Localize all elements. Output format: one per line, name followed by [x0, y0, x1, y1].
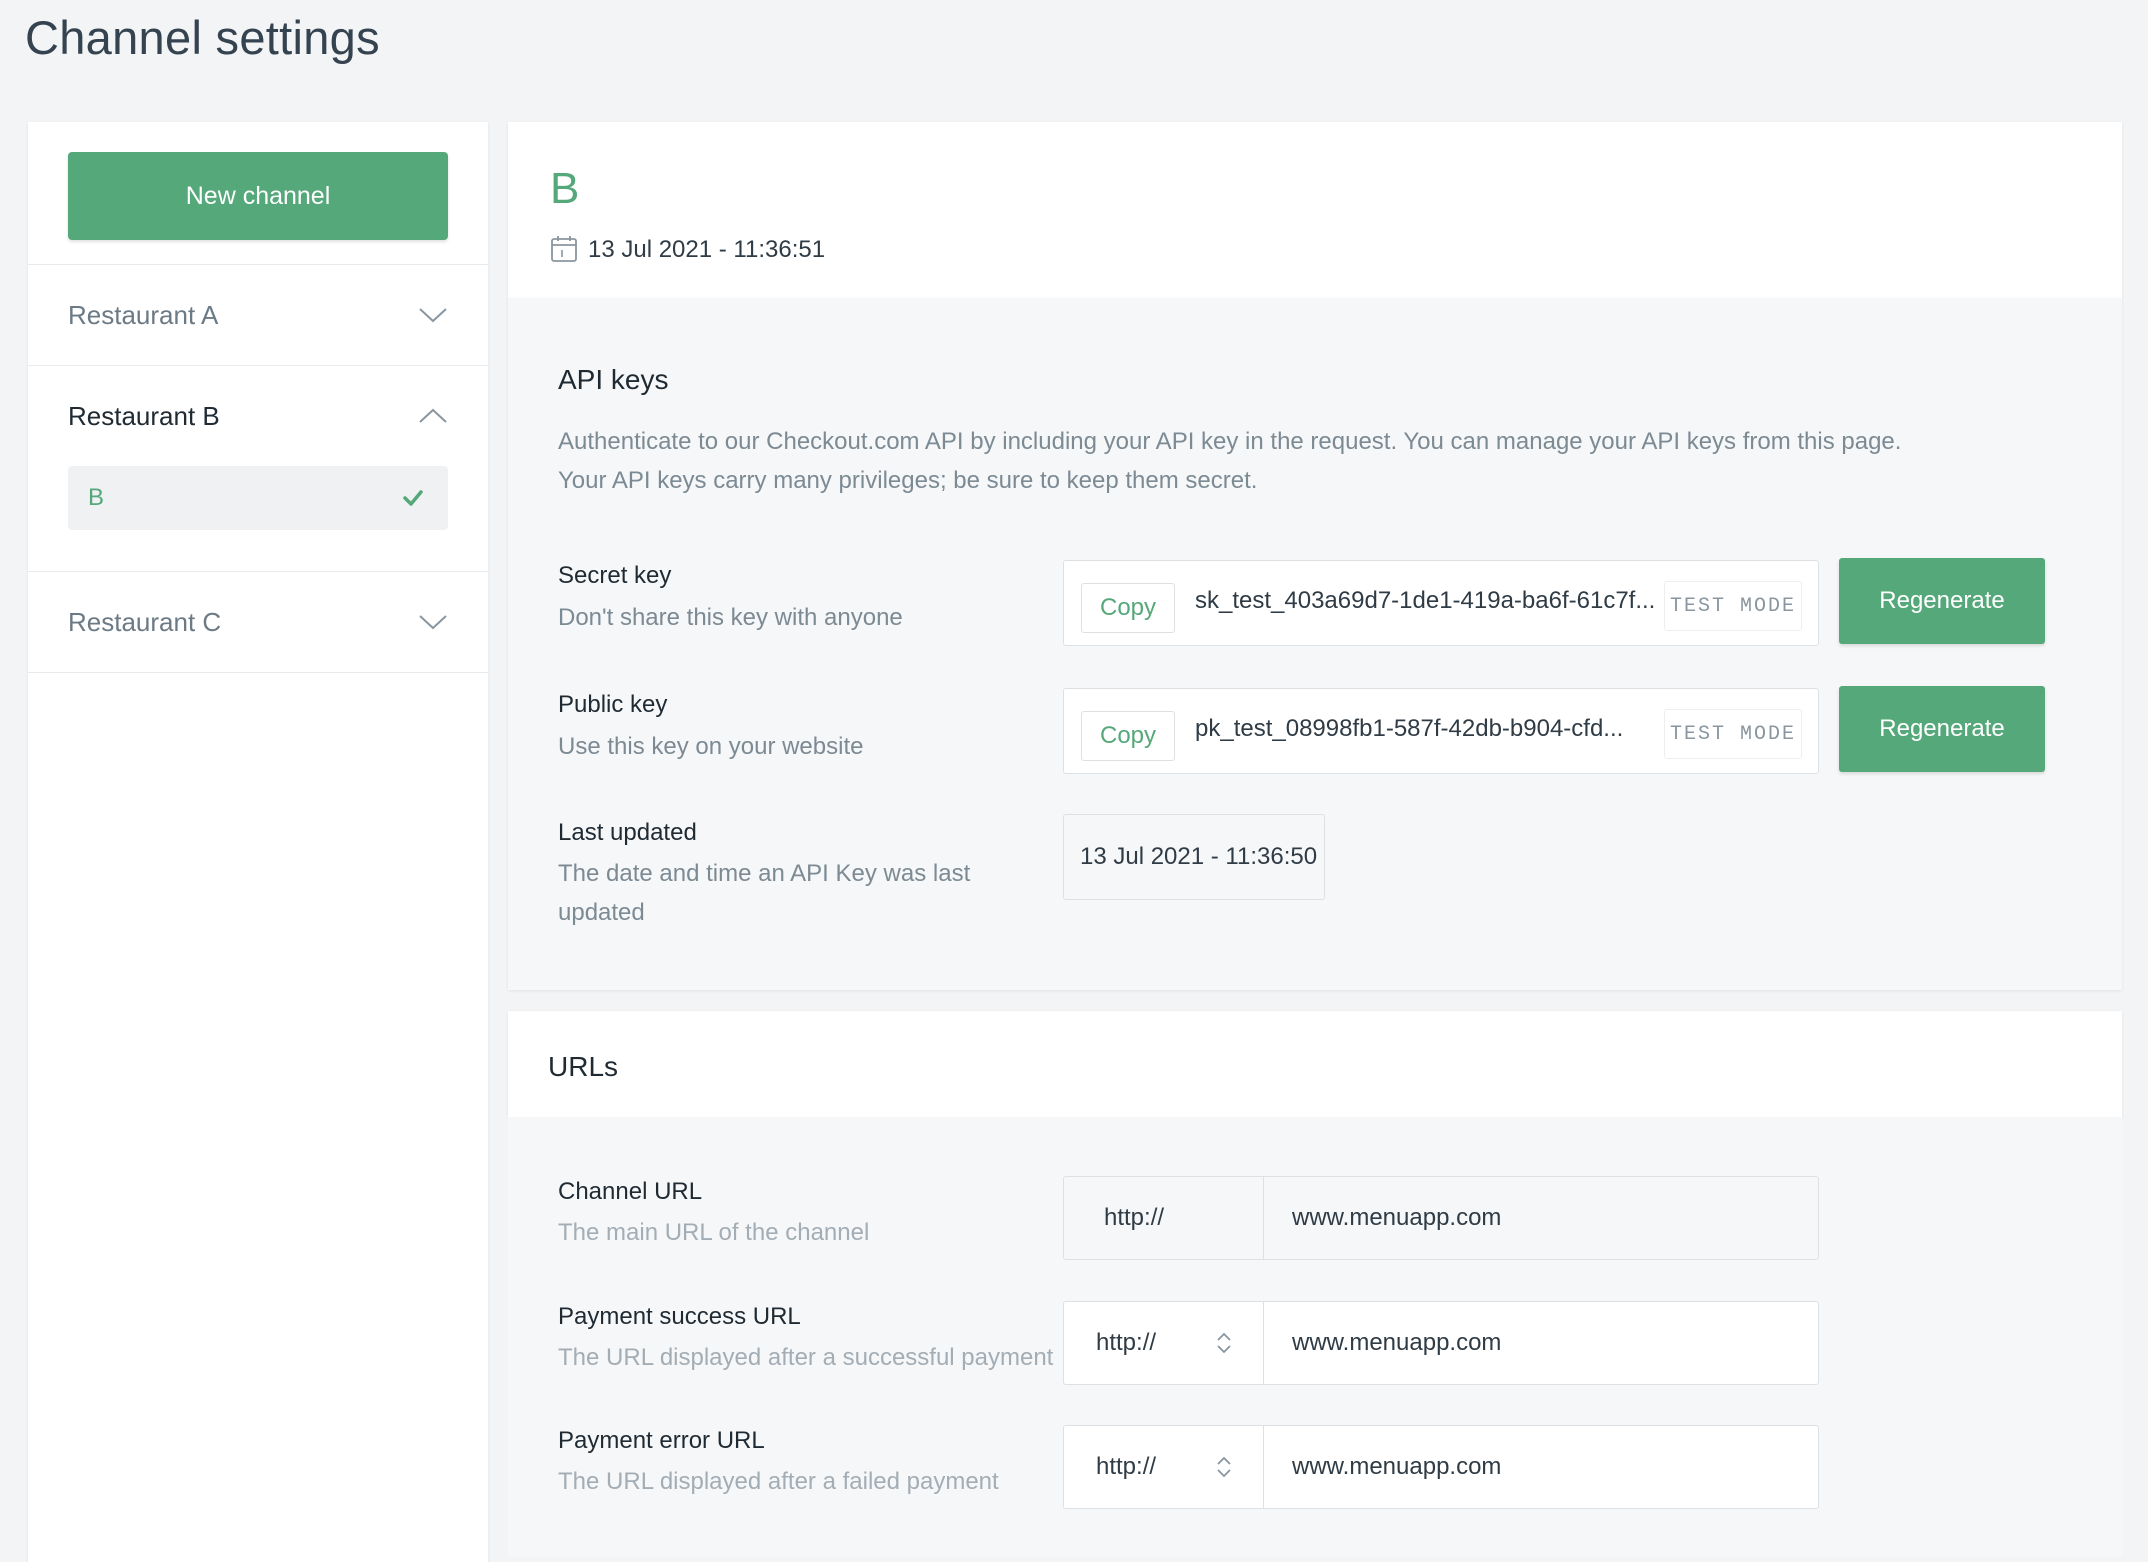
urls-header-card: URLs	[508, 1011, 2122, 1117]
channel-url-input[interactable]	[1263, 1176, 1819, 1260]
success-url-field: http://	[1063, 1301, 1819, 1385]
error-url-field: http://	[1063, 1425, 1819, 1509]
sidebar-group-header-restaurant-b[interactable]: Restaurant B	[28, 366, 488, 466]
channel-url-field: http://	[1063, 1176, 1819, 1260]
secret-key-label: Secret key	[558, 562, 672, 589]
channel-name: B	[550, 164, 580, 213]
sidebar-group-label: Restaurant B	[68, 400, 220, 431]
channel-url-protocol: http://	[1063, 1176, 1263, 1260]
sidebar-group-restaurant-a: Restaurant A	[28, 264, 488, 365]
sidebar-group-header-restaurant-c[interactable]: Restaurant C	[28, 572, 488, 672]
sidebar-channel-label: B	[88, 484, 105, 511]
success-url-help: The URL displayed after a successful pay…	[558, 1344, 1054, 1371]
api-keys-section: API keys Authenticate to our Checkout.co…	[508, 298, 2122, 990]
sidebar-group-restaurant-c: Restaurant C	[28, 571, 488, 672]
public-key-value[interactable]: pk_test_08998fb1-587f-42db-b904-cfd...	[1195, 715, 1665, 743]
api-keys-description-line: Your API keys carry many privileges; be …	[558, 467, 1258, 494]
sidebar-channel-item-b[interactable]: B	[68, 466, 448, 530]
channel-url-help: The main URL of the channel	[558, 1219, 870, 1246]
select-updown-icon	[1217, 1332, 1231, 1354]
success-url-input[interactable]	[1263, 1301, 1819, 1385]
test-mode-badge: TEST MODE	[1664, 709, 1802, 759]
checkmark-icon	[403, 490, 423, 506]
urls-title: URLs	[548, 1051, 619, 1082]
regenerate-secret-key-button[interactable]: Regenerate	[1839, 558, 2045, 644]
public-key-help: Use this key on your website	[558, 733, 864, 760]
last-updated-value: 13 Jul 2021 - 11:36:50	[1063, 814, 1325, 900]
new-channel-button[interactable]: New channel	[68, 152, 448, 240]
test-mode-badge: TEST MODE	[1664, 581, 1802, 631]
sidebar-group-label: Restaurant C	[68, 606, 222, 637]
channel-header-card: B 13 Jul 2021 - 11:36:51	[508, 122, 2122, 298]
sidebar-divider	[28, 672, 488, 673]
api-keys-description: Authenticate to our Checkout.com API by …	[558, 422, 2058, 500]
calendar-icon	[551, 236, 577, 262]
api-keys-title: API keys	[558, 364, 669, 395]
channel-created-date: 13 Jul 2021 - 11:36:51	[588, 236, 826, 263]
last-updated-label: Last updated	[558, 819, 697, 846]
select-updown-icon	[1217, 1456, 1231, 1478]
last-updated-help-line: The date and time an API Key was last	[558, 860, 971, 887]
error-url-protocol-value: http://	[1096, 1453, 1157, 1480]
sidebar-group-label: Restaurant A	[68, 299, 219, 330]
public-key-label: Public key	[558, 691, 668, 718]
chevron-down-icon	[419, 615, 447, 630]
error-url-label: Payment error URL	[558, 1427, 765, 1454]
error-url-help: The URL displayed after a failed payment	[558, 1468, 999, 1495]
secret-key-field: Copy sk_test_403a69d7-1de1-419a-ba6f-61c…	[1063, 560, 1819, 646]
sidebar-group-header-restaurant-a[interactable]: Restaurant A	[28, 265, 488, 365]
chevron-down-icon	[419, 308, 447, 323]
success-url-protocol-select[interactable]: http://	[1063, 1301, 1263, 1385]
copy-secret-key-button[interactable]: Copy	[1081, 583, 1175, 633]
urls-section: Channel URL The main URL of the channel …	[508, 1117, 2122, 1557]
secret-key-value[interactable]: sk_test_403a69d7-1de1-419a-ba6f-61c7f...	[1195, 587, 1665, 615]
error-url-protocol-select[interactable]: http://	[1063, 1425, 1263, 1509]
regenerate-public-key-button[interactable]: Regenerate	[1839, 686, 2045, 772]
page-title: Channel settings	[25, 11, 380, 64]
secret-key-help: Don't share this key with anyone	[558, 604, 903, 631]
last-updated-help: The date and time an API Key was last up…	[558, 854, 970, 932]
success-url-protocol-value: http://	[1096, 1329, 1157, 1356]
copy-public-key-button[interactable]: Copy	[1081, 711, 1175, 761]
api-keys-description-line: Authenticate to our Checkout.com API by …	[558, 428, 1902, 455]
sidebar-group-restaurant-b: Restaurant B B	[28, 365, 488, 570]
last-updated-help-line: updated	[558, 899, 645, 926]
success-url-label: Payment success URL	[558, 1303, 801, 1330]
channel-sidebar: New channel Restaurant A Restaurant B B …	[28, 122, 488, 1562]
chevron-up-icon	[419, 408, 447, 423]
error-url-input[interactable]	[1263, 1425, 1819, 1509]
channel-url-label: Channel URL	[558, 1178, 703, 1205]
public-key-field: Copy pk_test_08998fb1-587f-42db-b904-cfd…	[1063, 688, 1819, 774]
